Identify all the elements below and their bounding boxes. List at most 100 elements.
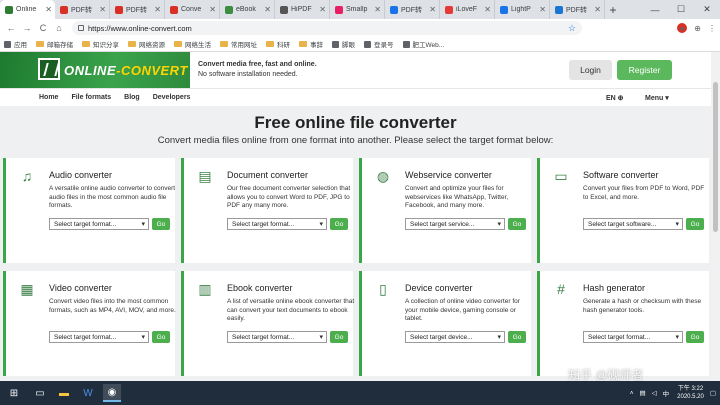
windows-start-icon[interactable]: ⊞ <box>3 384 25 402</box>
network-icon[interactable]: ▤ <box>639 389 645 397</box>
bookmark-star-icon[interactable]: ☆ <box>568 23 576 34</box>
go-button[interactable]: Go <box>686 331 704 343</box>
go-button[interactable]: Go <box>152 331 170 343</box>
browser-tab[interactable]: LightP ✕ <box>495 0 550 19</box>
browser-tab[interactable]: HiPDF ✕ <box>275 0 330 19</box>
forward-icon[interactable]: → <box>20 21 34 35</box>
converter-title[interactable]: Webservice converter <box>405 170 492 180</box>
go-button[interactable]: Go <box>152 218 170 230</box>
browser-tab[interactable]: iLoveF ✕ <box>440 0 495 19</box>
tab-close-icon[interactable]: ✕ <box>154 5 161 14</box>
bookmark-item[interactable]: 网络资源 <box>128 39 165 49</box>
word-icon[interactable]: W <box>79 384 97 402</box>
reload-icon[interactable]: C <box>36 21 50 35</box>
address-bar[interactable]: https://www.online-convert.com ☆ <box>72 21 582 35</box>
browser-tab[interactable]: Online ✕ <box>0 0 55 19</box>
bookmark-icon <box>4 40 11 48</box>
bookmark-item[interactable]: 事辞 <box>299 39 323 49</box>
go-button[interactable]: Go <box>330 218 348 230</box>
bookmark-item[interactable]: 登录号 <box>364 39 394 49</box>
bookmark-item[interactable]: 脚眼 <box>332 39 355 49</box>
bookmark-item[interactable]: 网络生活 <box>174 39 211 49</box>
converter-title[interactable]: Software converter <box>583 170 659 180</box>
bookmark-label: 肥工Web... <box>412 42 445 49</box>
target-format-select[interactable]: Select target software... <box>583 218 683 230</box>
maximize-icon[interactable]: ☐ <box>668 0 694 19</box>
volume-icon[interactable]: ◁ <box>652 389 657 397</box>
converter-title[interactable]: Audio converter <box>49 170 112 180</box>
new-tab-button[interactable]: + <box>605 0 621 19</box>
close-icon[interactable]: ✕ <box>694 0 720 19</box>
tab-close-icon[interactable]: ✕ <box>45 5 52 14</box>
register-button[interactable]: Register <box>617 60 672 80</box>
converter-title[interactable]: Video converter <box>49 283 112 293</box>
target-format-select[interactable]: Select target format... <box>49 331 149 343</box>
page-scrollbar[interactable] <box>711 52 720 381</box>
bookmark-item[interactable]: 科研 <box>266 39 290 49</box>
browser-tab[interactable]: PDF转 ✕ <box>110 0 165 19</box>
language-selector[interactable]: EN ⊕ <box>606 94 624 102</box>
go-button[interactable]: Go <box>330 331 348 343</box>
tab-favicon-icon <box>115 5 123 14</box>
bookmark-item[interactable]: 常用网址 <box>220 39 257 49</box>
back-icon[interactable]: ← <box>4 21 18 35</box>
converter-title[interactable]: Ebook converter <box>227 283 293 293</box>
notification-icon[interactable]: ▢ <box>710 389 716 397</box>
tab-close-icon[interactable]: ✕ <box>209 5 216 14</box>
converter-title[interactable]: Document converter <box>227 170 308 180</box>
tab-favicon-icon <box>5 5 13 14</box>
tab-close-icon[interactable]: ✕ <box>99 5 106 14</box>
file-explorer-icon[interactable]: ▬ <box>55 384 73 402</box>
browser-tab[interactable]: PDF转 ✕ <box>55 0 110 19</box>
tab-close-icon[interactable]: ✕ <box>539 5 546 14</box>
converter-title[interactable]: Hash generator <box>583 283 645 293</box>
chrome-icon[interactable]: ◉ <box>103 384 121 402</box>
tab-close-icon[interactable]: ✕ <box>374 5 381 14</box>
browser-tab[interactable]: Conve ✕ <box>165 0 220 19</box>
target-format-select[interactable]: Select target format... <box>583 331 683 343</box>
go-button[interactable]: Go <box>508 331 526 343</box>
nav-developers[interactable]: Developers <box>153 94 191 101</box>
clock-time: 下午 3:22 <box>677 386 704 392</box>
task-view-icon[interactable]: ▭ <box>31 384 49 402</box>
bookmark-item[interactable]: 邮箱存储 <box>36 39 73 49</box>
tab-close-icon[interactable]: ✕ <box>264 5 271 14</box>
clock[interactable]: 下午 3:22 2020.5.20 <box>677 385 704 401</box>
tab-close-icon[interactable]: ✕ <box>319 5 326 14</box>
tab-close-icon[interactable]: ✕ <box>594 5 601 14</box>
converter-title[interactable]: Device converter <box>405 283 473 293</box>
go-button[interactable]: Go <box>508 218 526 230</box>
bookmark-item[interactable]: 应用 <box>4 39 27 49</box>
tray-arrow-icon[interactable]: ˄ <box>630 390 634 397</box>
bookmark-label: 邮箱存储 <box>47 42 73 49</box>
extension-icon[interactable]: ⊕ <box>694 24 701 33</box>
menu-button[interactable]: Menu ▾ <box>645 94 669 102</box>
menu-kebab-icon[interactable]: ⋮ <box>708 24 716 33</box>
tab-favicon-icon <box>335 5 343 14</box>
home-icon[interactable]: ⌂ <box>52 21 66 35</box>
nav-file-formats[interactable]: File formats <box>71 94 111 101</box>
minimize-icon[interactable]: — <box>642 0 668 19</box>
login-button[interactable]: Login <box>569 60 612 80</box>
tab-close-icon[interactable]: ✕ <box>429 5 436 14</box>
browser-tab[interactable]: PDF转 ✕ <box>385 0 440 19</box>
go-button[interactable]: Go <box>686 218 704 230</box>
browser-tab[interactable]: PDF转 ✕ <box>550 0 605 19</box>
target-format-select[interactable]: Select target format... <box>49 218 149 230</box>
target-format-select[interactable]: Select target format... <box>227 331 327 343</box>
site-logo[interactable]: ONLINE-CONVERT <box>0 52 190 88</box>
tab-title: PDF转 <box>71 6 92 14</box>
ime-indicator[interactable]: 中 <box>663 388 670 398</box>
bookmark-item[interactable]: 知识分享 <box>82 39 119 49</box>
bookmark-item[interactable]: 肥工Web... <box>402 39 445 49</box>
target-format-select[interactable]: Select target service... <box>405 218 505 230</box>
browser-tab[interactable]: eBook ✕ <box>220 0 275 19</box>
extension-badge-icon[interactable]: ● <box>677 23 688 33</box>
scrollbar-thumb[interactable] <box>713 82 718 232</box>
tab-close-icon[interactable]: ✕ <box>484 5 491 14</box>
target-format-select[interactable]: Select target device... <box>405 331 505 343</box>
nav-home[interactable]: Home <box>39 94 58 101</box>
browser-tab[interactable]: Smallp ✕ <box>330 0 385 19</box>
nav-blog[interactable]: Blog <box>124 94 140 101</box>
target-format-select[interactable]: Select target format... <box>227 218 327 230</box>
